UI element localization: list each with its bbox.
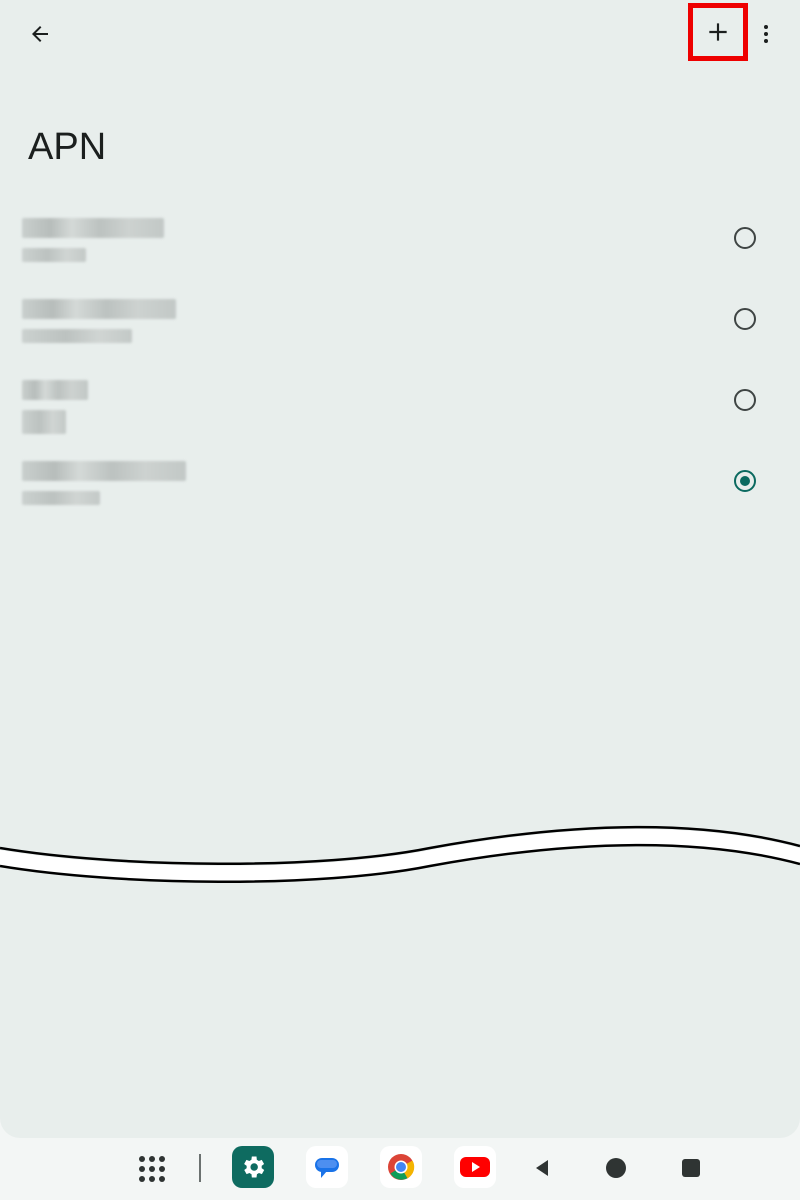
- chrome-app-button[interactable]: [380, 1146, 422, 1188]
- apn-list-item[interactable]: [0, 196, 800, 277]
- nav-recents-button[interactable]: [671, 1148, 711, 1188]
- messages-icon: [315, 1158, 339, 1178]
- apn-radio-button[interactable]: [734, 389, 756, 411]
- youtube-app-button[interactable]: [454, 1146, 496, 1188]
- app-grid-button[interactable]: [131, 1148, 173, 1190]
- apn-subtitle-redacted: [22, 410, 66, 434]
- screenshot-cut-wave: [0, 825, 800, 883]
- back-button[interactable]: [14, 8, 66, 60]
- apn-list: [0, 196, 800, 520]
- youtube-icon: [460, 1157, 490, 1177]
- messages-app-button[interactable]: [306, 1146, 348, 1188]
- apn-subtitle-redacted: [22, 329, 132, 343]
- chrome-icon: [388, 1154, 415, 1180]
- nav-home-button[interactable]: [596, 1148, 636, 1188]
- more-vert-icon: [764, 25, 768, 43]
- apn-list-item[interactable]: [0, 277, 800, 358]
- add-apn-button[interactable]: [688, 3, 748, 61]
- apn-settings-screen: APN: [0, 0, 800, 1138]
- apn-subtitle-redacted: [22, 248, 86, 262]
- apn-radio-button[interactable]: [734, 308, 756, 330]
- home-nav-icon: [606, 1158, 626, 1178]
- apn-list-item[interactable]: [0, 358, 800, 439]
- apn-name-redacted: [22, 218, 164, 238]
- settings-icon: [244, 1156, 265, 1178]
- taskbar: [0, 1138, 800, 1200]
- top-app-bar: [0, 0, 800, 66]
- apn-subtitle-redacted: [22, 491, 100, 505]
- arrow-back-icon: [32, 26, 48, 42]
- apn-radio-button[interactable]: [734, 227, 756, 249]
- apn-name-redacted: [22, 299, 176, 319]
- plus-icon: [709, 23, 727, 41]
- taskbar-divider: [199, 1154, 201, 1182]
- back-nav-icon: [536, 1160, 548, 1176]
- apn-list-item[interactable]: [0, 439, 800, 520]
- page-title: APN: [28, 126, 107, 168]
- recents-nav-icon: [682, 1159, 700, 1177]
- app-grid-icon: [139, 1156, 165, 1182]
- more-options-button[interactable]: [746, 8, 786, 60]
- nav-back-button[interactable]: [522, 1148, 562, 1188]
- apn-name-redacted: [22, 380, 88, 400]
- settings-app-button[interactable]: [232, 1146, 274, 1188]
- apn-radio-button-selected[interactable]: [734, 470, 756, 492]
- apn-name-redacted: [22, 461, 186, 481]
